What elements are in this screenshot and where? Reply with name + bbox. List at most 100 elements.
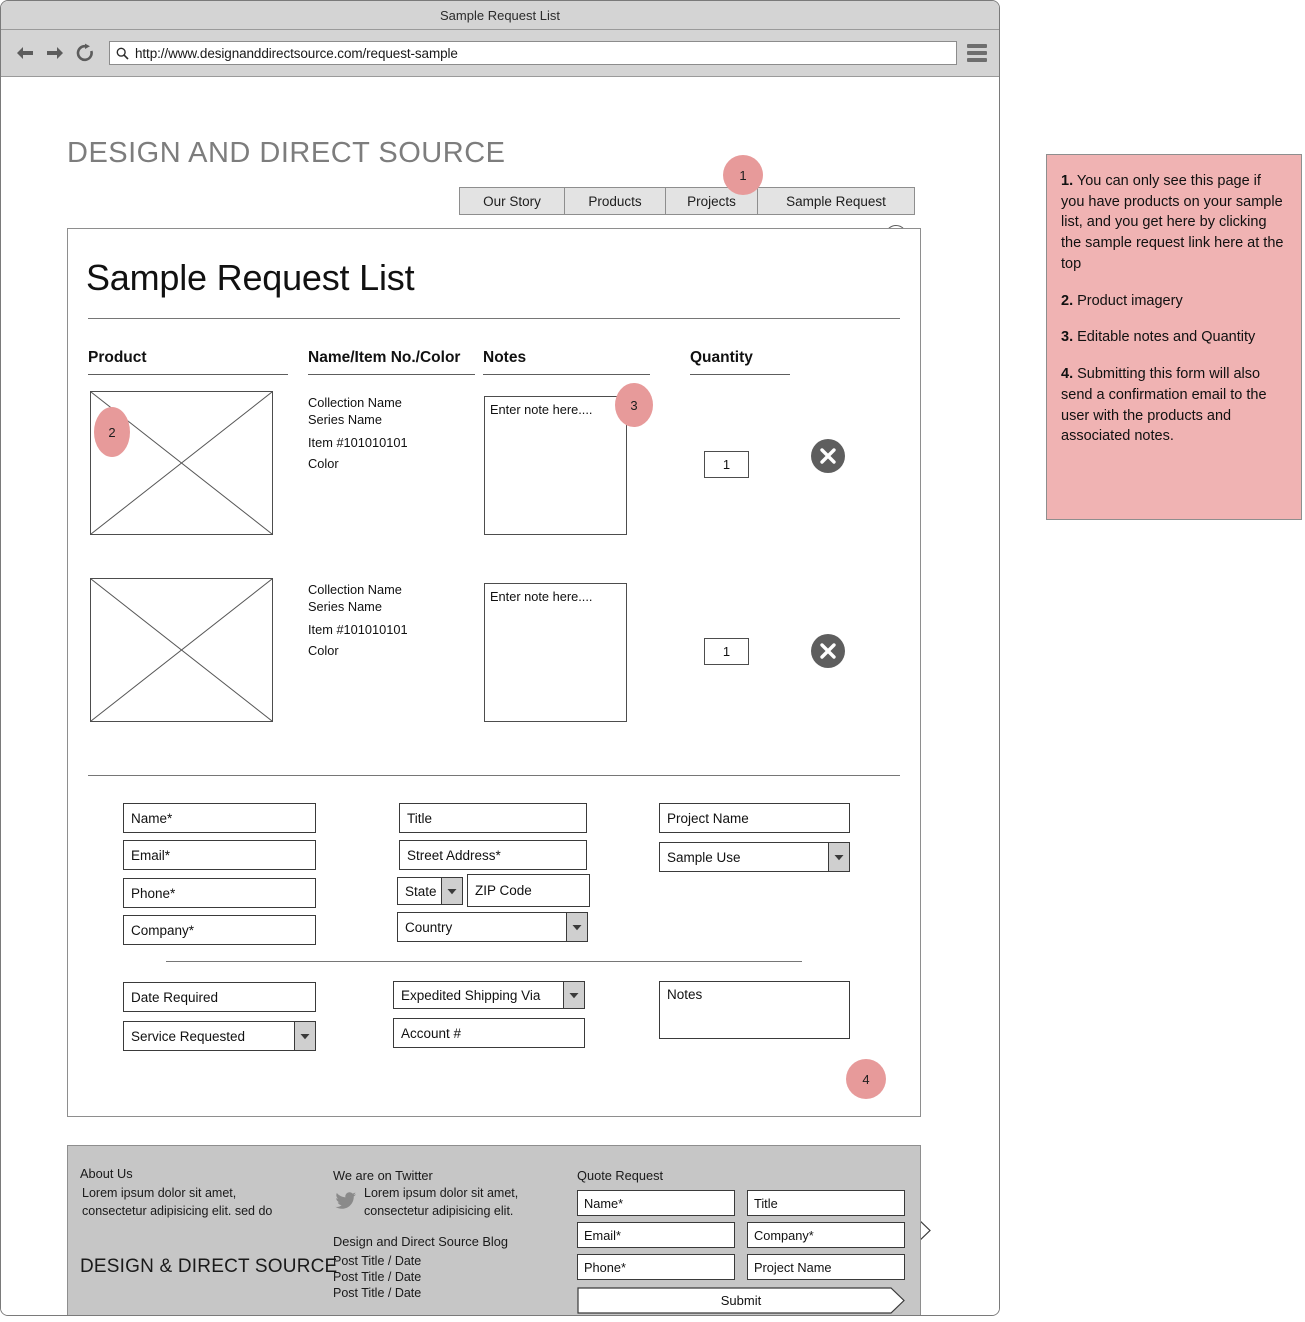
chevron-down-icon (563, 982, 584, 1008)
column-rule-quantity (690, 374, 790, 375)
product-series: Series Name (308, 411, 382, 427)
chevron-down-icon (294, 1022, 315, 1050)
hamburger-menu-icon[interactable] (967, 44, 987, 62)
project-name-field[interactable]: Project Name (659, 803, 850, 833)
country-select-label: Country (405, 919, 453, 935)
expedited-shipping-select-label: Expedited Shipping Via (401, 987, 541, 1003)
chevron-down-icon (828, 843, 849, 871)
footer-submit-button[interactable]: Submit (577, 1287, 905, 1314)
page-title: Sample Request List (86, 257, 415, 298)
annotation-note-2: 2. Product imagery (1061, 291, 1287, 312)
product-series: Series Name (308, 598, 382, 614)
column-rule-notes (483, 374, 650, 375)
footer-about-heading: About Us (80, 1166, 133, 1181)
product-color: Color (308, 642, 339, 658)
search-icon (116, 47, 129, 60)
product-collection: Collection Name (308, 395, 402, 410)
site-header: DESIGN AND DIRECT SOURCE Our Story Produ… (1, 137, 999, 247)
footer-blog-post[interactable]: Post Title / Date (333, 1284, 421, 1302)
footer-company-field[interactable]: Company* (747, 1222, 905, 1248)
footer-project-name-field[interactable]: Project Name (747, 1254, 905, 1280)
reload-icon[interactable] (73, 41, 97, 65)
product-item-number: Item #101010101 (308, 621, 408, 637)
street-address-field[interactable]: Street Address* (399, 840, 587, 870)
product-image-placeholder (90, 578, 273, 722)
chevron-down-icon (441, 878, 462, 904)
state-select-label: State (405, 883, 437, 899)
footer-blog-heading: Design and Direct Source Blog (333, 1234, 508, 1249)
forward-icon[interactable] (43, 41, 67, 65)
section-divider (88, 775, 900, 776)
nav-item-sample-request[interactable]: Sample Request (757, 187, 915, 215)
footer-phone-field[interactable]: Phone* (577, 1254, 735, 1280)
column-header-quantity: Quantity (690, 349, 753, 366)
annotation-note-3-number: 3. (1061, 329, 1074, 346)
email-field[interactable]: Email* (123, 840, 316, 870)
annotation-panel: 1. You can only see this page if you hav… (1046, 154, 1302, 520)
web-page: DESIGN AND DIRECT SOURCE Our Story Produ… (1, 77, 999, 1315)
footer-submit-label: Submit (720, 1293, 762, 1308)
date-required-field[interactable]: Date Required (123, 982, 316, 1012)
column-rule-name (308, 374, 475, 375)
name-field[interactable]: Name* (123, 803, 316, 833)
annotation-note-1-text: You can only see this page if you have p… (1061, 173, 1284, 272)
service-requested-select[interactable]: Service Requested (123, 1021, 316, 1051)
footer-title-field[interactable]: Title (747, 1190, 905, 1216)
annotation-note-3: 3. Editable notes and Quantity (1061, 327, 1287, 348)
annotation-note-1-number: 1. (1061, 173, 1074, 189)
company-field[interactable]: Company* (123, 915, 316, 945)
phone-field[interactable]: Phone* (123, 878, 316, 908)
annotation-note-4-text: Submitting this form will also send a co… (1061, 366, 1267, 445)
twitter-icon (335, 1191, 357, 1214)
footer-quote-heading: Quote Request (577, 1168, 664, 1183)
expedited-shipping-select[interactable]: Expedited Shipping Via (393, 981, 585, 1009)
marker-4: 4 (846, 1059, 886, 1099)
back-icon[interactable] (13, 41, 37, 65)
note-textarea[interactable]: Enter note here.... (484, 583, 627, 722)
annotation-note-2-number: 2. (1061, 292, 1074, 309)
service-requested-select-label: Service Requested (131, 1028, 246, 1044)
nav-item-products[interactable]: Products (564, 187, 665, 215)
annotation-note-3-text: Editable notes and Quantity (1073, 329, 1256, 346)
footer-brand: DESIGN & DIRECT SOURCE (80, 1256, 338, 1277)
site-logo: DESIGN AND DIRECT SOURCE (67, 137, 506, 169)
order-notes-textarea[interactable]: Notes (659, 981, 850, 1039)
window-title: Sample Request List (440, 7, 560, 23)
remove-item-button[interactable] (811, 439, 845, 473)
address-bar[interactable]: http://www.designanddirectsource.com/req… (109, 41, 957, 65)
quantity-input[interactable]: 1 (704, 451, 749, 478)
annotation-note-2-text: Product imagery (1073, 292, 1183, 309)
footer-about-body: Lorem ipsum dolor sit amet, consectetur … (82, 1186, 273, 1219)
product-color: Color (308, 455, 339, 471)
sample-request-card: Sample Request List Product Name/Item No… (67, 228, 931, 1244)
title-field[interactable]: Title (399, 803, 587, 833)
product-meta: Collection Name Series Name Item #101010… (308, 582, 408, 660)
quantity-input[interactable]: 1 (704, 638, 749, 665)
state-select[interactable]: State (397, 877, 463, 905)
country-select[interactable]: Country (397, 912, 588, 942)
column-header-product: Product (88, 349, 147, 366)
form-section-divider (166, 961, 802, 962)
product-meta: Collection Name Series Name Item #101010… (308, 395, 408, 473)
footer-name-field[interactable]: Name* (577, 1190, 735, 1216)
product-collection: Collection Name (308, 582, 402, 597)
product-item-number: Item #101010101 (308, 434, 408, 450)
footer-email-field[interactable]: Email* (577, 1222, 735, 1248)
remove-item-button[interactable] (811, 634, 845, 668)
marker-2: 2 (94, 407, 130, 457)
account-number-field[interactable]: Account # (393, 1018, 585, 1048)
column-header-name: Name/Item No./Color (308, 349, 461, 366)
footer-twitter-heading: We are on Twitter (333, 1168, 433, 1183)
annotation-note-4: 4. Submitting this form will also send a… (1061, 364, 1287, 447)
zip-field[interactable]: ZIP Code (467, 874, 590, 907)
main-navigation: Our Story Products Projects Sample Reque… (459, 187, 915, 215)
annotation-note-4-number: 4. (1061, 366, 1074, 383)
marker-1: 1 (723, 155, 763, 195)
note-textarea[interactable]: Enter note here.... (484, 396, 627, 535)
column-header-notes: Notes (483, 349, 527, 366)
browser-toolbar: http://www.designanddirectsource.com/req… (1, 30, 999, 77)
site-footer: About Us Lorem ipsum dolor sit amet, con… (67, 1145, 921, 1315)
nav-item-our-story[interactable]: Our Story (459, 187, 564, 215)
sample-use-select[interactable]: Sample Use (659, 842, 850, 872)
sample-use-select-label: Sample Use (667, 849, 741, 865)
